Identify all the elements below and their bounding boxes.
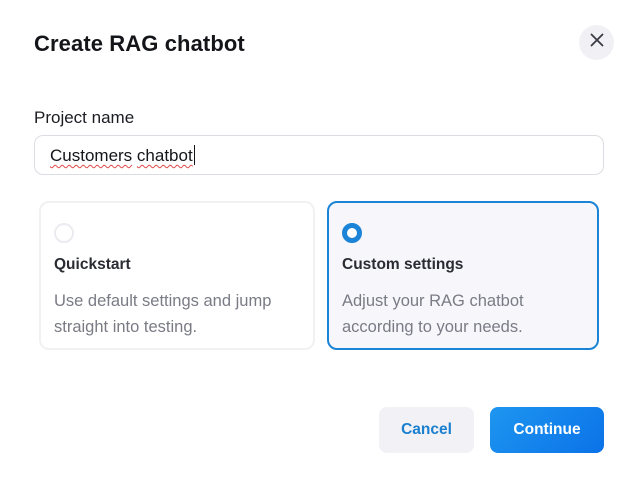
- custom-settings-radio[interactable]: [342, 223, 362, 243]
- cancel-button[interactable]: Cancel: [379, 407, 474, 453]
- project-name-input[interactable]: [34, 135, 604, 175]
- close-button[interactable]: [579, 25, 614, 60]
- quickstart-radio[interactable]: [54, 223, 74, 243]
- create-rag-chatbot-dialog: Create RAG chatbot Project name Customer…: [0, 0, 639, 497]
- option-description: Use default settings and jump straight i…: [54, 292, 272, 336]
- option-custom-settings[interactable]: Custom settings Adjust your RAG chatbot …: [327, 201, 599, 350]
- option-title: Custom settings: [342, 256, 464, 273]
- option-description: Adjust your RAG chatbot according to you…: [342, 292, 524, 336]
- option-quickstart[interactable]: Quickstart Use default settings and jump…: [39, 201, 315, 350]
- continue-button[interactable]: Continue: [490, 407, 604, 453]
- close-icon: [590, 33, 604, 52]
- project-name-label: Project name: [34, 108, 135, 127]
- option-title: Quickstart: [54, 256, 131, 273]
- dialog-title: Create RAG chatbot: [34, 31, 245, 56]
